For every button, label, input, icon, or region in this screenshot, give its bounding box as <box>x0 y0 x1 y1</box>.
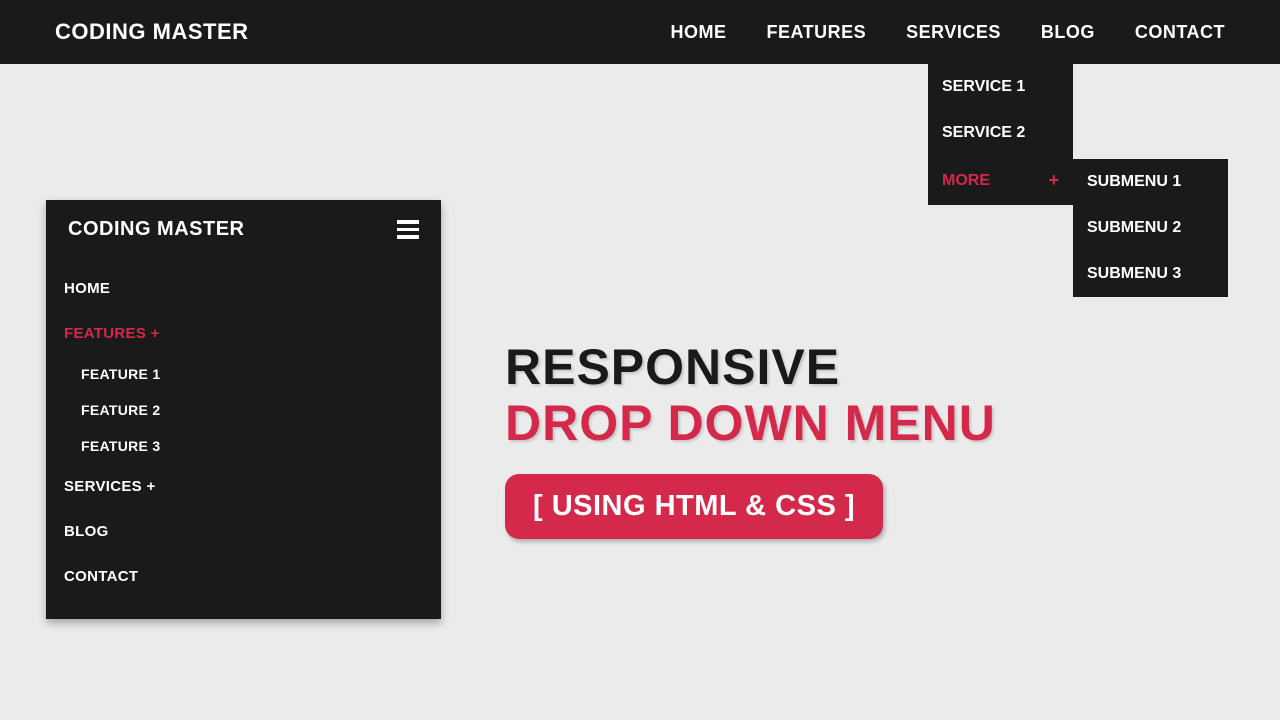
top-nav: HOME FEATURES SERVICES BLOG CONTACT <box>670 22 1225 43</box>
nav-blog[interactable]: BLOG <box>1041 22 1095 43</box>
hero-section: RESPONSIVE DROP DOWN MENU [ USING HTML &… <box>505 338 996 539</box>
hero-title-line1: RESPONSIVE <box>505 338 996 396</box>
hamburger-icon[interactable] <box>397 220 419 239</box>
mobile-feature-2[interactable]: FEATURE 2 <box>46 392 441 428</box>
dropdown-more[interactable]: MORE + <box>928 156 1073 205</box>
nav-features[interactable]: FEATURES <box>766 22 866 43</box>
mobile-feature-3[interactable]: FEATURE 3 <box>46 428 441 464</box>
more-submenu: SUBMENU 1 SUBMENU 2 SUBMENU 3 <box>1073 159 1228 297</box>
mobile-logo: CODING MASTER <box>68 218 245 241</box>
plus-icon: + <box>1048 170 1059 191</box>
nav-services[interactable]: SERVICES <box>906 22 1001 43</box>
hero-title-line2: DROP DOWN MENU <box>505 394 996 452</box>
mobile-nav-contact[interactable]: CONTACT <box>46 554 441 599</box>
dropdown-service-2[interactable]: SERVICE 2 <box>928 110 1073 156</box>
mobile-menu-panel: CODING MASTER HOME FEATURES + FEATURE 1 … <box>46 200 441 619</box>
site-logo: CODING MASTER <box>55 19 249 45</box>
mobile-header: CODING MASTER <box>46 200 441 266</box>
mobile-feature-1[interactable]: FEATURE 1 <box>46 356 441 392</box>
mobile-nav-services[interactable]: SERVICES + <box>46 464 441 509</box>
hero-badge: [ USING HTML & CSS ] <box>505 474 883 539</box>
top-header: CODING MASTER HOME FEATURES SERVICES BLO… <box>0 0 1280 64</box>
services-dropdown: SERVICE 1 SERVICE 2 MORE + <box>928 64 1073 205</box>
mobile-nav-blog[interactable]: BLOG <box>46 509 441 554</box>
submenu-3[interactable]: SUBMENU 3 <box>1073 251 1228 297</box>
dropdown-more-label: MORE <box>942 172 990 190</box>
mobile-nav-home[interactable]: HOME <box>46 266 441 311</box>
nav-contact[interactable]: CONTACT <box>1135 22 1225 43</box>
mobile-nav-features[interactable]: FEATURES + <box>46 311 441 356</box>
nav-home[interactable]: HOME <box>670 22 726 43</box>
dropdown-service-1[interactable]: SERVICE 1 <box>928 64 1073 110</box>
submenu-1[interactable]: SUBMENU 1 <box>1073 159 1228 205</box>
submenu-2[interactable]: SUBMENU 2 <box>1073 205 1228 251</box>
